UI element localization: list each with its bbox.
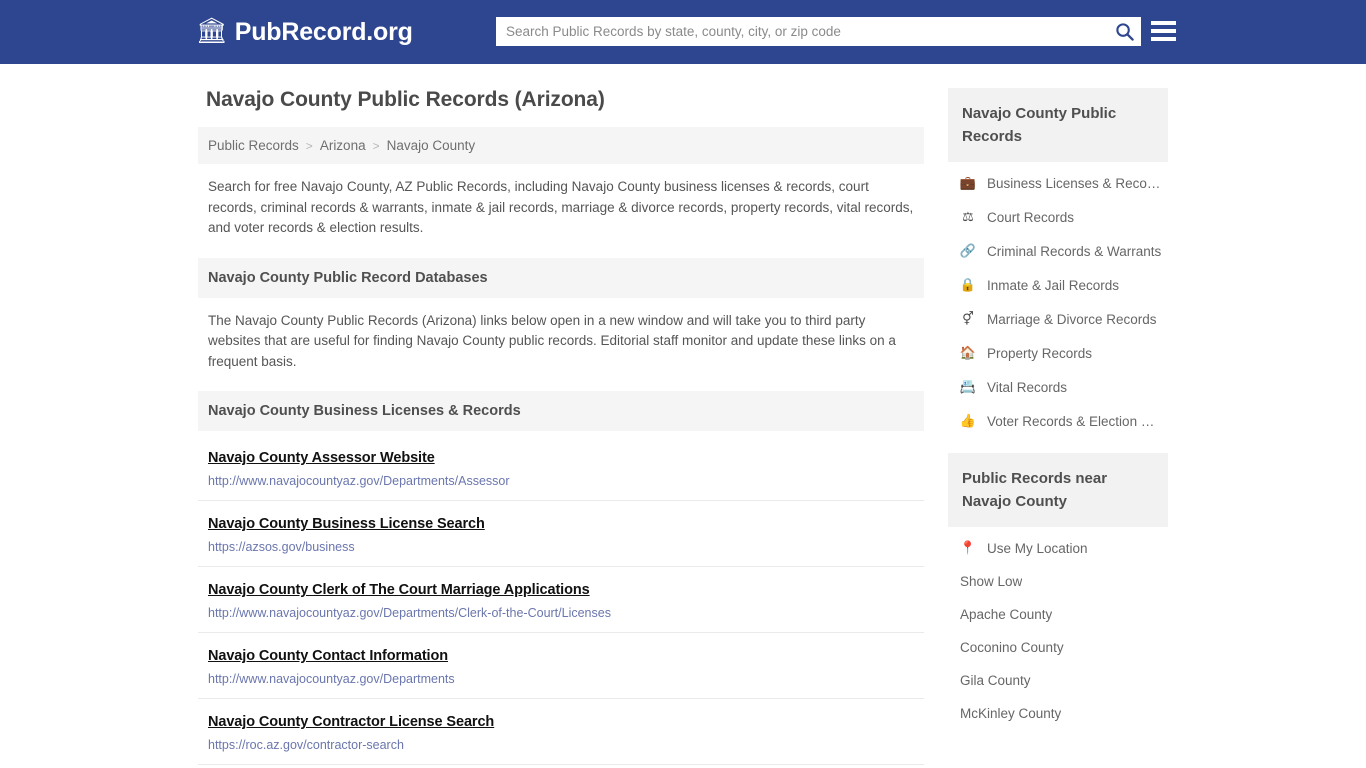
sidebar-item-label: Business Licenses & Records [987, 175, 1162, 191]
record-link-row: Navajo County Business License Search ht… [198, 501, 924, 567]
gender-symbols-icon: ⚥ [962, 311, 974, 326]
record-link-url[interactable]: http://www.navajocountyaz.gov/Department… [208, 672, 914, 686]
sidebar-item-label: Use My Location [987, 540, 1088, 556]
sidebar-records-list: 💼 Business Licenses & Records ⚖ Court Re… [948, 162, 1168, 438]
search-bar [496, 17, 1141, 46]
sidebar: Navajo County Public Records 💼 Business … [948, 88, 1168, 768]
sidebar-item-business-licenses[interactable]: 💼 Business Licenses & Records [948, 166, 1168, 200]
search-icon [1115, 23, 1134, 41]
search-input[interactable] [496, 17, 1107, 46]
home-icon: 🏠 [959, 345, 977, 360]
sidebar-item-voter-records[interactable]: 👍 Voter Records & Election R… [948, 404, 1168, 438]
breadcrumb-separator-icon: > [305, 138, 313, 153]
record-link-title[interactable]: Navajo County Contractor License Search [208, 714, 494, 730]
page-body: Navajo County Public Records (Arizona) P… [0, 64, 1366, 768]
sidebar-item-coconino-county[interactable]: Coconino County [948, 631, 1168, 664]
record-link-list: Navajo County Assessor Website http://ww… [198, 435, 924, 765]
page-title: Navajo County Public Records (Arizona) [206, 88, 605, 111]
sidebar-item-use-my-location[interactable]: 📍 Use My Location [948, 531, 1168, 565]
hamburger-bar [1151, 29, 1176, 33]
breadcrumb-item-navajo-county[interactable]: Navajo County [387, 138, 476, 153]
record-link-row: Navajo County Clerk of The Court Marriag… [198, 567, 924, 633]
sidebar-item-label: Court Records [987, 209, 1075, 225]
site-header: 🏛 PubRecord.org [0, 0, 1366, 64]
breadcrumb-separator-icon: > [372, 138, 380, 153]
record-link-title[interactable]: Navajo County Assessor Website [208, 450, 435, 466]
sidebar-item-court-records[interactable]: ⚖ Court Records [948, 200, 1168, 234]
sidebar-item-label: Show Low [960, 574, 1023, 589]
record-link-row: Navajo County Assessor Website http://ww… [198, 435, 924, 501]
content-container: Navajo County Public Records (Arizona) P… [198, 88, 1168, 768]
section-header-databases: Navajo County Public Record Databases [198, 257, 924, 298]
sidebar-item-property-records[interactable]: 🏠 Property Records [948, 336, 1168, 370]
sidebar-header-near: Public Records near Navajo County [948, 453, 1168, 527]
sidebar-item-label: McKinley County [960, 706, 1062, 721]
intro-paragraph: Search for free Navajo County, AZ Public… [208, 179, 914, 235]
lock-icon: 🔒 [959, 277, 977, 292]
sidebar-item-vital-records[interactable]: 📇 Vital Records [948, 370, 1168, 404]
sidebar-item-show-low[interactable]: Show Low [948, 565, 1168, 598]
sidebar-item-label: Marriage & Divorce Records [987, 311, 1157, 327]
breadcrumb-item-public-records[interactable]: Public Records [208, 138, 299, 153]
record-link-url[interactable]: http://www.navajocountyaz.gov/Department… [208, 474, 914, 488]
sidebar-item-apache-county[interactable]: Apache County [948, 598, 1168, 631]
record-link-url[interactable]: https://azsos.gov/business [208, 540, 914, 554]
hamburger-bar [1151, 37, 1176, 41]
search-button[interactable] [1107, 17, 1141, 46]
scales-of-justice-icon: ⚖ [962, 209, 974, 224]
breadcrumb: Public Records > Arizona > Navajo County [198, 127, 924, 164]
record-link-title[interactable]: Navajo County Contact Information [208, 648, 448, 664]
map-pin-icon: 📍 [959, 540, 977, 555]
sidebar-item-criminal-records[interactable]: 🔗 Criminal Records & Warrants [948, 234, 1168, 268]
sidebar-item-label: Criminal Records & Warrants [987, 243, 1162, 259]
main-column: Navajo County Public Records (Arizona) P… [198, 88, 924, 768]
sidebar-item-label: Vital Records [987, 379, 1068, 395]
record-link-title[interactable]: Navajo County Business License Search [208, 516, 485, 532]
sidebar-near-list: 📍 Use My Location Show Low Apache County… [948, 527, 1168, 730]
record-link-row: Navajo County Contact Information http:/… [198, 633, 924, 699]
sidebar-item-label: Gila County [960, 673, 1031, 688]
site-logo-text: PubRecord.org [234, 17, 413, 46]
bank-building-icon: 🏛 [196, 16, 228, 45]
id-card-icon: 📇 [959, 379, 977, 394]
handcuffs-link-icon: 🔗 [959, 243, 977, 258]
sidebar-header-records: Navajo County Public Records [948, 88, 1168, 162]
databases-paragraph: The Navajo County Public Records (Arizon… [208, 312, 896, 369]
sidebar-item-label: Apache County [960, 607, 1053, 622]
sidebar-item-gila-county[interactable]: Gila County [948, 664, 1168, 697]
sidebar-item-mckinley-county[interactable]: McKinley County [948, 697, 1168, 730]
briefcase-icon: 💼 [959, 175, 977, 190]
sidebar-item-label: Inmate & Jail Records [987, 277, 1120, 293]
record-link-title[interactable]: Navajo County Clerk of The Court Marriag… [208, 582, 590, 598]
site-logo[interactable]: 🏛 PubRecord.org [196, 18, 413, 47]
record-link-url[interactable]: http://www.navajocountyaz.gov/Department… [208, 606, 914, 620]
sidebar-item-label: Coconino County [960, 640, 1064, 655]
sidebar-item-marriage-divorce-records[interactable]: ⚥ Marriage & Divorce Records [948, 302, 1168, 336]
thumbs-up-icon: 👍 [959, 413, 977, 428]
sidebar-item-label: Property Records [987, 345, 1093, 361]
record-link-row: Navajo County Contractor License Search … [198, 699, 924, 765]
hamburger-bar [1151, 21, 1176, 25]
breadcrumb-item-arizona[interactable]: Arizona [320, 138, 366, 153]
sidebar-item-inmate-jail-records[interactable]: 🔒 Inmate & Jail Records [948, 268, 1168, 302]
sidebar-item-label: Voter Records & Election R… [987, 413, 1162, 429]
section-header-business-licenses: Navajo County Business Licenses & Record… [198, 391, 924, 431]
hamburger-menu-icon[interactable] [1151, 19, 1176, 43]
record-link-url[interactable]: https://roc.az.gov/contractor-search [208, 738, 914, 752]
